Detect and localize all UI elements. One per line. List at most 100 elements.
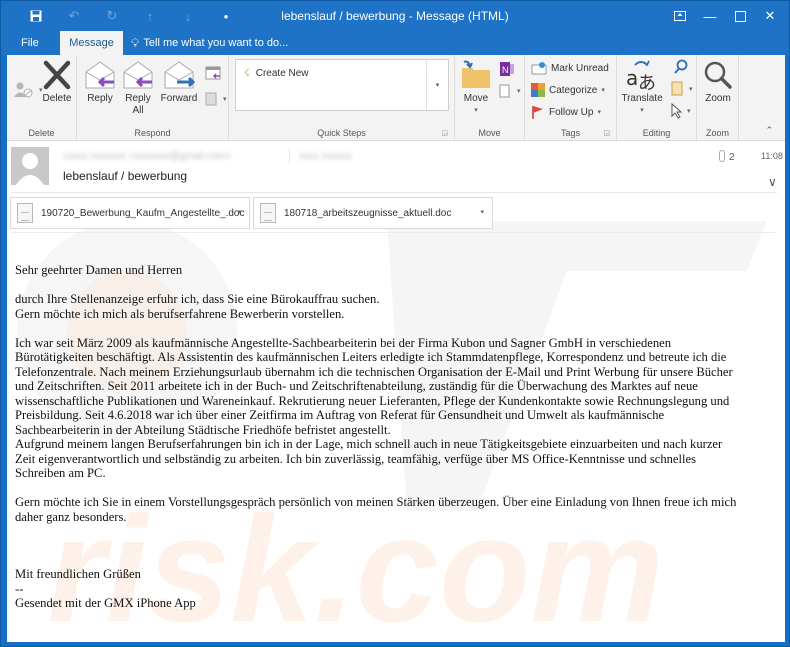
quick-steps-gallery: ☇ Create New ▾ — [235, 59, 449, 111]
more-respond-button[interactable]: ▾ — [205, 91, 227, 107]
categorize-button[interactable]: Categorize ▾ — [531, 83, 605, 97]
maximize-button[interactable] — [725, 3, 755, 29]
body-line: daher ganz besonders. — [15, 509, 127, 524]
minimize-button[interactable]: — — [695, 3, 725, 29]
find-button[interactable] — [673, 59, 689, 75]
body-line: Bürotätigkeiten beschäftigt. Als Assiste… — [15, 350, 727, 364]
body-line: Schreiben am PC. — [15, 466, 106, 480]
group-respond: Reply Reply All Forward ▾ Respond — [77, 55, 229, 141]
create-new-label: Create New — [255, 68, 309, 79]
flag-icon — [532, 106, 543, 119]
mark-unread-icon — [531, 62, 547, 75]
actions-icon — [499, 84, 510, 98]
outlook-message-window: ↶ ↻ ↑ ↓ ● lebenslauf / bewerbung - Messa… — [0, 0, 790, 647]
zoom-button[interactable]: Zoom — [699, 59, 737, 105]
zoom-magnifier-icon — [703, 59, 733, 91]
body-greeting: Sehr geehrter Damen und Herren — [15, 263, 183, 277]
attachment-item[interactable]: 190720_Bewerbung_Kaufm_Angestellte_.doc … — [10, 197, 250, 229]
group-label-respond: Respond — [134, 128, 171, 138]
cursor-icon — [671, 103, 683, 119]
document-icon — [260, 203, 276, 223]
translate-icon: aあ — [625, 59, 659, 91]
group-label-delete: Delete — [28, 128, 55, 138]
related-button[interactable]: ▾ — [671, 81, 693, 97]
quick-step-create-new[interactable]: ☇ Create New — [244, 68, 309, 79]
select-button[interactable]: ▾ — [671, 103, 691, 119]
attachment-count: 2 — [719, 150, 735, 165]
forward-label: Forward — [160, 93, 198, 104]
ignore-button[interactable]: ▾ — [13, 81, 43, 99]
recipient-name[interactable]: xxxx xxxxxx — [299, 151, 352, 162]
sender-address[interactable]: xxxxx xxxxxxx <xxxxxxx@gmail.com> — [63, 151, 231, 162]
tab-file[interactable]: File — [9, 31, 51, 55]
attachment-item[interactable]: 180718_arbeitszeugnisse_aktuell.doc ▾ — [253, 197, 493, 229]
group-tags: Mark Unread Categorize ▾ Follow Up ▾ Tag… — [525, 55, 617, 141]
related-icon — [671, 81, 683, 96]
quick-steps-expand-button[interactable]: ▾ — [426, 60, 448, 110]
attachment-menu-chevron-icon[interactable]: ▾ — [237, 208, 241, 216]
svg-text:a: a — [626, 66, 638, 90]
tab-message[interactable]: Message — [60, 31, 123, 55]
message-body: Sehr geehrter Damen und Herren durch Ihr… — [15, 263, 775, 611]
group-move: Move ▾ N ▾ Move — [455, 55, 525, 141]
meeting-reply-button[interactable] — [205, 65, 221, 81]
document-icon — [17, 203, 33, 223]
calendar-reply-icon — [205, 66, 221, 80]
body-line: und Zeitschriften. Seit 2011 arbeitete i… — [15, 379, 698, 393]
onenote-button[interactable]: N — [499, 61, 515, 77]
body-line: Aufgrund meinem langen Berufserfahrungen… — [15, 437, 723, 451]
actions-button[interactable]: ▾ — [499, 83, 521, 99]
message-subject: lebenslauf / bewerbung — [63, 169, 188, 183]
title-bar: ↶ ↻ ↑ ↓ ● lebenslauf / bewerbung - Messa… — [1, 1, 789, 31]
follow-up-label: Follow Up — [549, 106, 594, 118]
move-folder-icon — [460, 59, 492, 91]
mark-unread-button[interactable]: Mark Unread — [531, 61, 609, 75]
svg-text:N: N — [502, 65, 509, 75]
collapse-ribbon-icon[interactable]: ⌃ — [765, 125, 773, 136]
group-delete: ▾ Delete Delete — [7, 55, 77, 141]
body-line: Sachbearbeiterin in der Abteilung Städti… — [15, 422, 391, 437]
body-line: Gern möchte ich Sie in einem Vorstellung… — [15, 495, 737, 509]
ribbon: ▾ Delete Delete Reply Reply All Forward … — [7, 55, 785, 141]
attachment-menu-chevron-icon[interactable]: ▾ — [480, 208, 484, 216]
dialog-launcher-icon[interactable]: ◲ — [441, 129, 448, 137]
attachment-name: 190720_Bewerbung_Kaufm_Angestellte_.doc — [41, 207, 245, 219]
body-line: Zeit eigenverantwortlich und selbständig… — [15, 451, 697, 466]
group-editing: aあ Translate ▾ ▾ ▾ Editing — [617, 55, 697, 141]
forward-icon — [163, 59, 195, 91]
group-label-quick-steps: Quick Steps — [317, 128, 366, 138]
body-line: Ich war seit März 2009 als kaufmännische… — [15, 335, 672, 350]
tell-me-search[interactable]: 💡︎ Tell me what you want to do... — [125, 31, 300, 55]
body-signature: Gesendet mit der GMX iPhone App — [15, 596, 196, 610]
follow-up-button[interactable]: Follow Up ▾ — [531, 105, 601, 119]
ribbon-display-options-button[interactable] — [665, 3, 695, 29]
reply-all-label-1: Reply — [125, 93, 151, 104]
delete-button[interactable]: Delete — [40, 59, 74, 105]
move-button[interactable]: Move ▾ — [457, 59, 495, 117]
body-line: Preisbildung. Seit 4.6.2018 war ich über… — [15, 408, 665, 422]
sender-avatar — [11, 147, 49, 185]
delete-x-icon — [42, 59, 72, 91]
attachment-count-value: 2 — [729, 152, 735, 163]
zoom-label: Zoom — [705, 93, 731, 104]
body-line: Telefonzentrale. Nach meinem Erziehungsu… — [15, 364, 733, 379]
lightning-icon: ☇ — [244, 68, 250, 79]
translate-button[interactable]: aあ Translate ▾ — [619, 59, 665, 117]
close-button[interactable]: ✕ — [755, 3, 785, 29]
expand-header-chevron-icon[interactable]: ∨ — [768, 175, 777, 189]
categorize-icon — [531, 83, 545, 97]
forward-button[interactable]: Forward — [159, 59, 199, 105]
reply-button[interactable]: Reply — [83, 59, 117, 105]
reply-label: Reply — [87, 93, 113, 104]
group-label-tags: Tags — [560, 128, 580, 138]
ribbon-tabs: File Message 💡︎ Tell me what you want to… — [1, 31, 789, 55]
reply-all-label-2: All — [132, 105, 144, 116]
tags-dialog-launcher-icon[interactable]: ◲ — [603, 129, 610, 137]
body-line: Gern möchte ich mich als berufserfahrene… — [15, 306, 345, 321]
reply-all-button[interactable]: Reply All — [121, 59, 155, 117]
header-divider — [11, 192, 777, 193]
header-separator — [289, 149, 290, 163]
translate-label: Translate — [621, 93, 663, 104]
categorize-label: Categorize — [549, 84, 598, 96]
more-respond-icon — [205, 92, 217, 106]
